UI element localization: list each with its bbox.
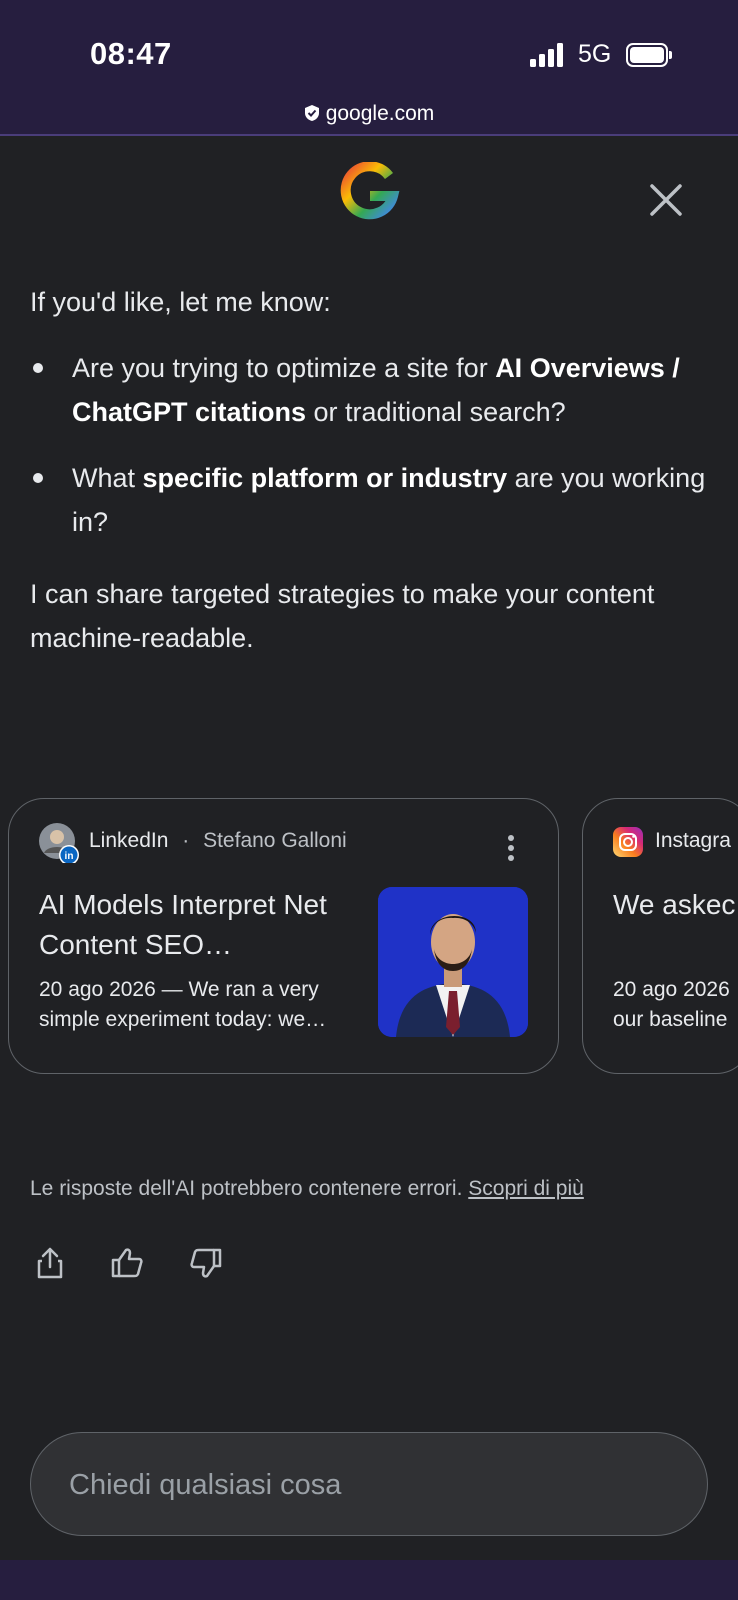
svg-text:in: in — [65, 851, 74, 862]
source-name: LinkedIn — [89, 829, 169, 852]
answer-bullet: What specific platform or industry are y… — [30, 456, 710, 544]
source-author: Stefano Galloni — [203, 829, 347, 852]
source-card-linkedin[interactable]: in LinkedIn · Stefano Galloni AI Models … — [8, 798, 559, 1074]
share-icon[interactable] — [32, 1245, 68, 1281]
signal-icon — [530, 43, 566, 67]
answer-closing: I can share targeted strategies to make … — [30, 579, 655, 653]
ask-input-container[interactable] — [30, 1432, 708, 1536]
ai-disclaimer: Le risposte dell'AI potrebbero contenere… — [30, 1177, 584, 1201]
shield-icon — [304, 105, 319, 121]
card-snippet: 20 ago 2026 — We ran a very simple exper… — [39, 978, 327, 1031]
google-logo-icon — [340, 162, 400, 220]
avatar: in — [39, 823, 79, 863]
thumbs-down-icon[interactable] — [188, 1245, 224, 1281]
source-card-instagram[interactable]: Instagra We askec simple qu 20 ago 2026 … — [582, 798, 738, 1074]
answer-intro: If you'd like, let me know: — [30, 287, 331, 317]
card-thumbnail — [378, 887, 528, 1037]
card-snippet: 20 ago 2026 our baseline — [613, 978, 730, 1031]
card-title: We askec simple qu — [613, 889, 738, 920]
source-separator: · — [182, 829, 190, 852]
source-name: Instagra — [655, 829, 731, 852]
ai-answer: If you'd like, let me know: Are you tryi… — [30, 280, 710, 660]
url-text: google.com — [325, 102, 435, 125]
status-bar: 08:47 5G google.com — [0, 0, 738, 136]
bottom-bar — [0, 1560, 738, 1600]
ask-input[interactable] — [67, 1463, 671, 1507]
thumbs-up-icon[interactable] — [109, 1245, 145, 1281]
card-title: AI Models Interpret Net Content SEO… — [39, 889, 327, 960]
more-options-icon[interactable] — [507, 835, 515, 861]
close-icon[interactable] — [644, 178, 688, 222]
card-source: Instagra — [613, 827, 731, 857]
answer-bullet: Are you trying to optimize a site for AI… — [30, 346, 710, 434]
card-source: in LinkedIn · Stefano Galloni — [39, 823, 347, 863]
address-bar[interactable]: google.com — [0, 102, 738, 126]
network-type: 5G — [578, 40, 612, 68]
status-time: 08:47 — [90, 36, 172, 71]
battery-icon — [626, 43, 672, 67]
disclaimer-text: Le risposte dell'AI potrebbero contenere… — [30, 1177, 463, 1200]
instagram-icon — [613, 827, 643, 857]
answer-bullet-list: Are you trying to optimize a site for AI… — [30, 346, 710, 544]
learn-more-link[interactable]: Scopri di più — [468, 1177, 584, 1200]
